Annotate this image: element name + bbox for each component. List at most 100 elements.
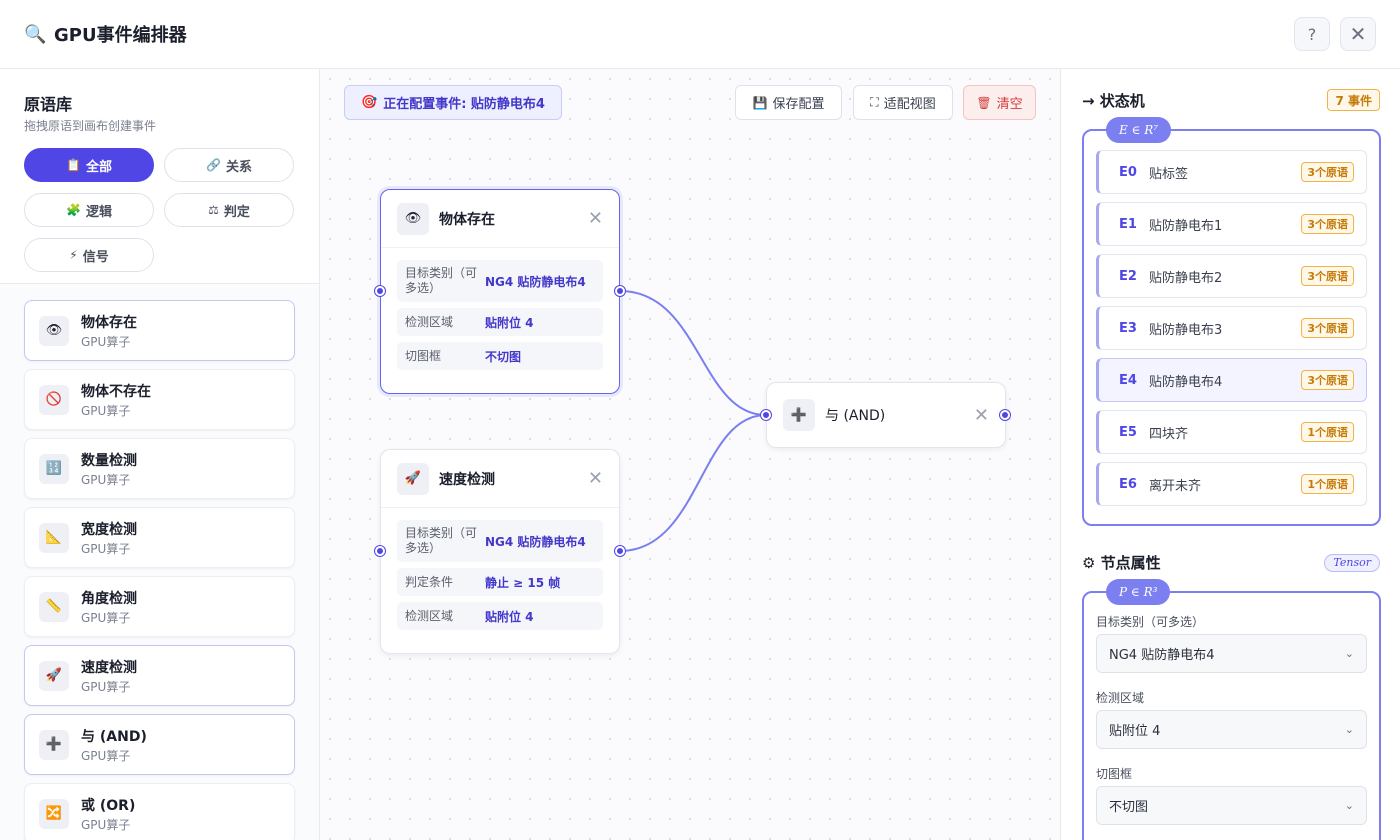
filter-all-button[interactable]: 📋 全部: [24, 148, 154, 182]
filter-logic-button[interactable]: 🧩 逻辑: [24, 193, 154, 227]
primitive-name: 物体存在: [81, 314, 137, 331]
event-item-e1[interactable]: E1 贴防静电布1 3个原语: [1096, 202, 1367, 246]
node-title: 速度检测: [439, 471, 495, 488]
node-body: 目标类别（可多选） NG4 贴防静电布4 检测区域 贴附位 4 切图框 不切图: [381, 248, 619, 370]
primitive-item-angle[interactable]: 📏 角度检测 GPU算子: [24, 576, 295, 637]
node-close-icon[interactable]: ✕: [974, 405, 989, 426]
filter-label: 逻辑: [85, 204, 112, 220]
filter-signal-button[interactable]: ⚡ 信号: [24, 238, 154, 272]
node-and-input-port[interactable]: [761, 410, 771, 420]
rocket-icon: 🚀: [397, 462, 429, 495]
node-title: 与 (AND): [825, 408, 886, 424]
fit-label: 适配视图: [883, 97, 936, 112]
help-button[interactable]: ?: [1294, 17, 1330, 51]
row-key: 目标类别（可多选）: [405, 526, 478, 555]
node-row: 判定条件 静止 ≥ 15 帧: [397, 568, 603, 596]
node-speed-detect[interactable]: 🚀 速度检测 ✕ 目标类别（可多选） NG4 贴防静电布4 判定条件 静止 ≥ 15…: [380, 449, 620, 654]
primitive-item-count[interactable]: 🔢 数量检测 GPU算子: [24, 438, 295, 499]
primitive-count-badge: 1个原语: [1301, 474, 1354, 494]
row-key: 判定条件: [405, 574, 454, 589]
target-class-select[interactable]: NG4 贴防静电布4 ⌄: [1096, 634, 1367, 673]
filter-label: 信号: [82, 249, 109, 265]
scale-icon: ⚖: [208, 203, 219, 217]
clear-button[interactable]: 🗑 清空: [963, 85, 1036, 120]
chevron-down-icon: ⌄: [1344, 647, 1354, 660]
triangle-ruler-icon: 📐: [39, 522, 69, 553]
event-id: E4: [1119, 372, 1137, 388]
event-item-e0[interactable]: E0 贴标签 3个原语: [1096, 150, 1367, 194]
fit-view-button[interactable]: ⛶ 适配视图: [853, 85, 953, 120]
row-value: 贴附位 4: [485, 609, 534, 624]
node-object-exist[interactable]: 👁 物体存在 ✕ 目标类别（可多选） NG4 贴防静电布4 检测区域 贴附位 4 切…: [380, 189, 620, 394]
primitive-item-or[interactable]: 🔀 或 (OR) GPU算子: [24, 783, 295, 840]
event-name: 贴防静电布1: [1149, 218, 1223, 234]
crop-box-select[interactable]: 不切图 ⌄: [1096, 786, 1367, 825]
event-id: E0: [1119, 164, 1137, 180]
chevron-down-icon: ⌄: [1344, 799, 1354, 812]
event-name: 贴标签: [1149, 166, 1189, 182]
node-speed-input-port[interactable]: [375, 546, 385, 556]
link-icon: 🔗: [206, 158, 221, 172]
event-item-e5[interactable]: E5 四块齐 1个原语: [1096, 410, 1367, 454]
node-and-output-port[interactable]: [1000, 410, 1010, 420]
node-close-icon[interactable]: ✕: [588, 208, 603, 229]
event-item-e2[interactable]: E2 贴防静电布2 3个原语: [1096, 254, 1367, 298]
primitive-item-exist[interactable]: 👁 物体存在 GPU算子: [24, 300, 295, 361]
ruler-icon: 📏: [39, 591, 69, 622]
state-machine-title: → 状态机: [1082, 91, 1145, 110]
primitive-name: 速度检测: [81, 659, 137, 676]
library-header: 原语库 拖拽原语到画布创建事件 📋 全部 🔗 关系 🧩 逻辑 ⚖ 判定 ⚡ 信号: [0, 69, 319, 284]
state-machine-header: → 状态机 7 事件: [1082, 89, 1380, 111]
node-title: 物体存在: [439, 211, 495, 228]
row-value: NG4 贴防静电布4: [485, 274, 586, 289]
node-exist-input-port[interactable]: [375, 286, 385, 296]
node-close-icon[interactable]: ✕: [588, 468, 603, 489]
wire-speed-to-and: [619, 414, 767, 552]
node-header: 🚀 速度检测 ✕: [381, 450, 619, 508]
primitive-item-not-exist[interactable]: 🚫 物体不存在 GPU算子: [24, 369, 295, 430]
event-math-label: E ∈ R⁷: [1106, 117, 1172, 143]
primitive-name: 物体不存在: [81, 383, 151, 400]
node-row: 目标类别（可多选） NG4 贴防静电布4: [397, 520, 603, 562]
select-value: 不切图: [1109, 800, 1149, 815]
save-config-button[interactable]: 💾 保存配置: [735, 85, 842, 120]
fit-icon: ⛶: [870, 95, 879, 109]
primitive-count-badge: 3个原语: [1301, 370, 1354, 390]
detect-region-select[interactable]: 贴附位 4 ⌄: [1096, 710, 1367, 749]
row-key: 检测区域: [405, 608, 454, 623]
event-name: 贴防静电布2: [1149, 270, 1223, 286]
node-props-title: ⚙ 节点属性: [1082, 554, 1161, 572]
primitive-item-and[interactable]: ➕ 与 (AND) GPU算子: [24, 714, 295, 775]
primitive-sub: GPU算子: [81, 334, 131, 349]
primitive-sub: GPU算子: [81, 403, 131, 418]
field-label: 切图框: [1096, 767, 1133, 781]
props-math-label: P ∈ R³: [1106, 579, 1171, 605]
event-item-e3[interactable]: E3 贴防静电布3 3个原语: [1096, 306, 1367, 350]
node-and[interactable]: ➕ 与 (AND) ✕: [766, 382, 1006, 448]
app-header: 🔍 GPU事件编排器 ? ✕: [0, 0, 1400, 69]
node-exist-output-port[interactable]: [615, 286, 625, 296]
node-row: 目标类别（可多选） NG4 贴防静电布4: [397, 260, 603, 302]
primitive-item-speed[interactable]: 🚀 速度检测 GPU算子: [24, 645, 295, 706]
select-value: 贴附位 4: [1109, 724, 1161, 739]
filter-judge-button[interactable]: ⚖ 判定: [164, 193, 294, 227]
config-event-badge: 🎯 正在配置事件: 贴防静电布4: [344, 85, 562, 120]
primitive-count-badge: 3个原语: [1301, 266, 1354, 286]
row-key: 目标类别（可多选）: [405, 266, 478, 295]
field-label: 检测区域: [1096, 691, 1145, 705]
field-label: 目标类别（可多选）: [1096, 615, 1205, 629]
node-speed-output-port[interactable]: [615, 546, 625, 556]
primitive-item-width[interactable]: 📐 宽度检测 GPU算子: [24, 507, 295, 568]
filter-relation-button[interactable]: 🔗 关系: [164, 148, 294, 182]
event-item-e6[interactable]: E6 离开未齐 1个原语: [1096, 462, 1367, 506]
right-panel: → 状态机 7 事件 E ∈ R⁷ E0 贴标签 3个原语 E1 贴防静电布1 3个原语…: [1060, 69, 1400, 840]
event-item-e4[interactable]: E4 贴防静电布4 3个原语: [1096, 358, 1367, 402]
tensor-badge: Tensor: [1324, 553, 1380, 572]
close-button[interactable]: ✕: [1340, 17, 1376, 51]
lightning-icon: ⚡: [69, 248, 78, 262]
app-title: GPU事件编排器: [54, 25, 187, 46]
row-key: 切图框: [405, 348, 442, 363]
graph-canvas[interactable]: 🎯 正在配置事件: 贴防静电布4 💾 保存配置 ⛶ 适配视图 🗑 清空 👁 物体存在 …: [320, 69, 1060, 840]
target-icon: 🎯: [361, 95, 378, 110]
save-label: 保存配置: [772, 97, 825, 112]
